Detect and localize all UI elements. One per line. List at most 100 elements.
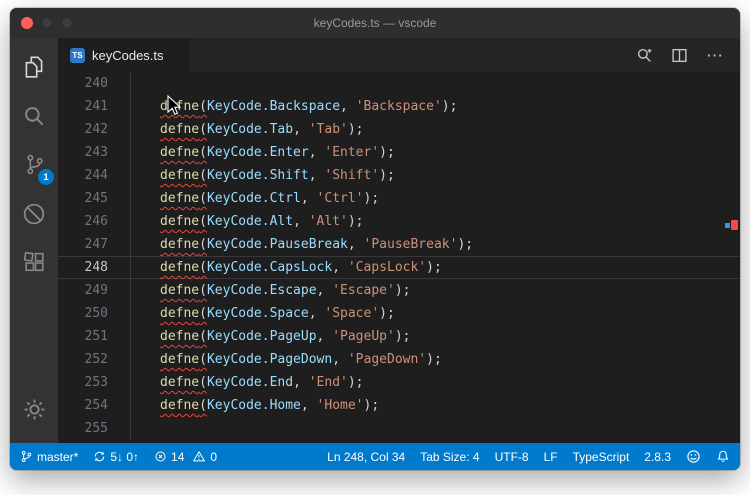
code-line-245[interactable]: 245 defne(KeyCode.Ctrl, 'Ctrl');	[58, 187, 740, 210]
git-branch-status[interactable]: master*	[20, 443, 78, 470]
editor-actions: ⋯	[636, 38, 740, 72]
code-line-244[interactable]: 244 defne(KeyCode.Shift, 'Shift');	[58, 164, 740, 187]
line-number: 245	[84, 191, 108, 206]
sync-status[interactable]: 5↓ 0↑	[93, 443, 139, 470]
code-text: defne(KeyCode.PageUp, 'PageUp');	[108, 325, 740, 348]
tab-keycodes[interactable]: TS keyCodes.ts	[58, 38, 190, 72]
encoding-status[interactable]: UTF-8	[495, 443, 529, 470]
activity-bar: 1	[10, 38, 58, 443]
misspelled-token: defne(	[160, 145, 207, 160]
cursor-position-label: Ln 248, Col 34	[327, 449, 406, 464]
vscode-window: keyCodes.ts — vscode 1 TS keyCodes.ts ⋯ …	[10, 8, 740, 470]
more-actions-button[interactable]: ⋯	[706, 47, 724, 64]
code-text: defne(KeyCode.PageDown, 'PageDown');	[108, 348, 740, 371]
code-editor[interactable]: 240 241 defne(KeyCode.Backspace, 'Backspac…	[58, 72, 740, 443]
split-editor-icon[interactable]	[671, 47, 688, 64]
code-line-250[interactable]: 250 defne(KeyCode.Space, 'Space');	[58, 302, 740, 325]
search-icon	[21, 103, 47, 134]
code-line-242[interactable]: 242 defne(KeyCode.Tab, 'Tab');	[58, 118, 740, 141]
misspelled-token: defne(	[160, 398, 207, 413]
eol-status[interactable]: LF	[544, 443, 558, 470]
tab-label: keyCodes.ts	[92, 47, 164, 63]
misspelled-token: defne(	[160, 375, 207, 390]
tab-size-status[interactable]: Tab Size: 4	[420, 443, 479, 470]
code-line-241[interactable]: 241 defne(KeyCode.Backspace, 'Backspace')…	[58, 95, 740, 118]
maximize-window-button[interactable]	[61, 17, 73, 29]
line-number: 244	[84, 168, 108, 183]
notifications-button[interactable]	[716, 443, 730, 470]
status-bar-right: Ln 248, Col 34 Tab Size: 4 UTF-8 LF Type…	[327, 443, 730, 470]
sidebar-item-extensions[interactable]	[19, 250, 49, 280]
line-number: 253	[84, 375, 108, 390]
misspelled-token: defne(	[160, 283, 207, 298]
misspelled-token: defne(	[160, 329, 207, 344]
settings-button[interactable]	[19, 397, 49, 427]
line-number: 250	[84, 306, 108, 321]
code-line-243[interactable]: 243 defne(KeyCode.Enter, 'Enter');	[58, 141, 740, 164]
line-number: 254	[84, 398, 108, 413]
warning-count: 0	[210, 449, 218, 464]
code-lines: 240 241 defne(KeyCode.Backspace, 'Backspac…	[58, 72, 740, 440]
misspelled-token: defne(	[160, 352, 207, 367]
feedback-button[interactable]	[686, 443, 701, 470]
code-line-252[interactable]: 252 defne(KeyCode.PageDown, 'PageDown');	[58, 348, 740, 371]
misspelled-token: defne(	[160, 260, 207, 275]
sync-label: 5↓ 0↑	[110, 449, 140, 464]
sidebar-item-source-control[interactable]: 1	[19, 152, 54, 185]
search-editor-icon[interactable]	[636, 47, 653, 64]
typescript-file-icon: TS	[70, 47, 85, 63]
code-text: defne(KeyCode.Ctrl, 'Ctrl');	[108, 187, 740, 210]
code-text: defne(KeyCode.PauseBreak, 'PauseBreak');	[108, 233, 740, 256]
branch-label: master*	[37, 449, 79, 464]
language-mode-status[interactable]: TypeScript	[573, 443, 630, 470]
code-line-246[interactable]: 246 defne(KeyCode.Alt, 'Alt');	[58, 210, 740, 233]
line-number: 249	[84, 283, 108, 298]
code-line-240[interactable]: 240	[58, 72, 740, 95]
code-line-249[interactable]: 249 defne(KeyCode.Escape, 'Escape');	[58, 279, 740, 302]
title-bar[interactable]: keyCodes.ts — vscode	[10, 8, 740, 38]
sidebar-item-debug[interactable]	[19, 201, 49, 231]
cursor-position-status[interactable]: Ln 248, Col 34	[327, 443, 405, 470]
branch-icon	[20, 450, 33, 463]
extensions-icon	[22, 250, 47, 280]
misspelled-token: defne(	[160, 191, 207, 206]
error-icon	[154, 450, 167, 463]
line-number: 251	[84, 329, 108, 344]
line-number: 255	[84, 421, 108, 436]
code-text: defne(KeyCode.Shift, 'Shift');	[108, 164, 740, 187]
code-line-248[interactable]: 248 defne(KeyCode.CapsLock, 'CapsLock');	[58, 256, 740, 279]
code-line-255[interactable]: 255	[58, 417, 740, 440]
minimize-window-button[interactable]	[41, 17, 53, 29]
language-label: TypeScript	[572, 449, 630, 464]
warning-icon	[192, 450, 206, 463]
line-number: 248	[84, 260, 108, 275]
code-line-253[interactable]: 253 defne(KeyCode.End, 'End');	[58, 371, 740, 394]
window-title: keyCodes.ts — vscode	[313, 16, 437, 30]
code-text: defne(KeyCode.Tab, 'Tab');	[108, 118, 740, 141]
code-line-254[interactable]: 254 defne(KeyCode.Home, 'Home');	[58, 394, 740, 417]
overview-ruler-marker	[725, 220, 738, 230]
typescript-version-status[interactable]: 2.8.3	[644, 443, 671, 470]
line-number: 241	[84, 99, 108, 114]
line-number: 242	[84, 122, 108, 137]
code-text: defne(KeyCode.End, 'End');	[108, 371, 740, 394]
problems-status[interactable]: 14 0	[154, 443, 217, 470]
error-count: 14	[171, 449, 185, 464]
gear-icon	[22, 397, 47, 427]
tab-bar: TS keyCodes.ts ⋯	[58, 38, 740, 72]
misspelled-token: defne(	[160, 168, 207, 183]
code-line-247[interactable]: 247 defne(KeyCode.PauseBreak, 'PauseBreak…	[58, 233, 740, 256]
code-text: defne(KeyCode.CapsLock, 'CapsLock');	[108, 256, 740, 279]
eol-label: LF	[543, 449, 558, 464]
code-text	[108, 417, 740, 440]
sidebar-item-explorer[interactable]	[19, 54, 49, 84]
code-text: defne(KeyCode.Backspace, 'Backspace');	[108, 95, 740, 118]
misspelled-token: defne(	[160, 122, 207, 137]
close-window-button[interactable]	[21, 17, 33, 29]
sidebar-item-search[interactable]	[19, 103, 49, 133]
line-number: 243	[84, 145, 108, 160]
line-number: 246	[84, 214, 108, 229]
status-bar: master* 5↓ 0↑ 14 0 Ln 248, Col 34 Tab Si…	[10, 443, 740, 470]
code-line-251[interactable]: 251 defne(KeyCode.PageUp, 'PageUp');	[58, 325, 740, 348]
code-text: defne(KeyCode.Alt, 'Alt');	[108, 210, 740, 233]
